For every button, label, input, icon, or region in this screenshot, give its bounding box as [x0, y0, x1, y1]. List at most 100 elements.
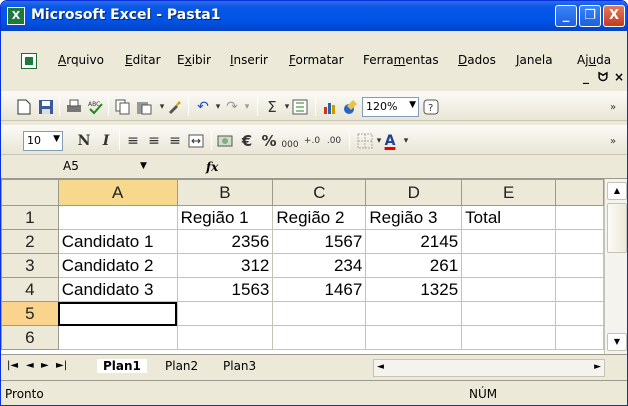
sort-icon[interactable] — [291, 98, 309, 116]
close-button[interactable]: X — [603, 5, 625, 27]
cell-c4[interactable]: 1467 — [272, 277, 367, 302]
menu-editar[interactable]: Editar — [125, 53, 161, 67]
scroll-down-icon[interactable]: ▼ — [607, 333, 627, 351]
column-header-c[interactable]: C — [272, 179, 367, 206]
align-center-icon[interactable]: ≡ — [145, 132, 163, 150]
cell-c5[interactable] — [272, 301, 367, 326]
cell-d2[interactable]: 2145 — [365, 229, 463, 254]
euro-icon[interactable]: € — [238, 132, 256, 150]
scroll-up-icon[interactable]: ▲ — [607, 182, 627, 200]
cell-e6[interactable] — [461, 325, 557, 350]
menu-inserir[interactable]: Inserir — [230, 53, 268, 67]
cell-b1[interactable]: Região 1 — [176, 205, 274, 230]
column-header-b[interactable]: B — [176, 179, 274, 206]
cell-d1[interactable]: Região 3 — [365, 205, 463, 230]
menu-janela[interactable]: Janela — [516, 53, 553, 67]
align-right-icon[interactable]: ≡ — [166, 132, 184, 150]
row-header-3[interactable]: 3 — [1, 253, 59, 278]
menu-dados[interactable]: Dados — [458, 53, 496, 67]
italic-icon[interactable]: I — [97, 132, 115, 150]
sheet-tab-plan3[interactable]: Plan3 — [223, 359, 256, 373]
cell-b6[interactable] — [176, 325, 274, 350]
cell-e2[interactable] — [461, 229, 557, 254]
maximize-button[interactable]: ❐ — [579, 5, 601, 27]
row-header-5[interactable]: 5 — [1, 301, 59, 326]
cell-c6[interactable] — [272, 325, 367, 350]
column-header-d[interactable]: D — [365, 179, 463, 206]
cell-a3[interactable]: Candidato 2 — [57, 253, 178, 278]
cell-a1[interactable] — [57, 205, 178, 230]
spelling-icon[interactable]: ABC — [87, 98, 105, 116]
cell-c2[interactable]: 1567 — [272, 229, 367, 254]
scroll-left-icon[interactable]: ◄ — [377, 362, 384, 372]
fx-icon[interactable]: fx — [206, 160, 218, 174]
format-painter-icon[interactable] — [165, 98, 183, 116]
cell-b5[interactable] — [176, 301, 274, 326]
help-icon[interactable]: ? — [422, 98, 440, 116]
drawing-icon[interactable] — [342, 98, 360, 116]
menu-exibir[interactable]: Exibir — [177, 53, 211, 67]
cell-f5[interactable] — [555, 301, 604, 326]
column-header-f[interactable] — [555, 179, 604, 206]
cell-c3[interactable]: 234 — [272, 253, 367, 278]
cell-f6[interactable] — [555, 325, 604, 350]
cell-b2[interactable]: 2356 — [176, 229, 274, 254]
font-size-dropdown-icon[interactable]: ▼ — [53, 134, 60, 144]
formula-input[interactable] — [226, 160, 621, 176]
cell-e1[interactable]: Total — [461, 205, 557, 230]
next-sheet-icon[interactable]: ► — [41, 360, 49, 371]
menu-ajuda[interactable]: Ajuda — [577, 53, 611, 67]
cell-d4[interactable]: 1325 — [365, 277, 463, 302]
zoom-dropdown-icon[interactable]: ▼ — [409, 100, 416, 110]
sheet-tab-plan1[interactable]: Plan1 — [97, 359, 147, 373]
first-sheet-icon[interactable]: |◄ — [7, 360, 18, 371]
row-header-2[interactable]: 2 — [1, 229, 59, 254]
cell-d3[interactable]: 261 — [365, 253, 463, 278]
row-header-1[interactable]: 1 — [1, 205, 59, 230]
cell-a6[interactable] — [57, 325, 178, 350]
menu-ferramentas[interactable]: Ferramentas — [363, 53, 439, 67]
cell-f3[interactable] — [555, 253, 604, 278]
copy-icon[interactable] — [114, 98, 132, 116]
vertical-scrollbar[interactable]: ▲ ▼ — [604, 179, 627, 354]
workbook-icon[interactable] — [21, 53, 37, 69]
cell-e3[interactable] — [461, 253, 557, 278]
bold-icon[interactable]: N — [75, 132, 93, 150]
redo-dropdown-icon[interactable]: ▾ — [238, 98, 256, 116]
workbook-minimize-button[interactable]: _ — [583, 70, 589, 84]
paste-icon[interactable] — [135, 98, 153, 116]
select-all-corner[interactable] — [1, 179, 59, 206]
vertical-scroll-thumb[interactable] — [607, 203, 627, 253]
align-left-icon[interactable]: ≡ — [124, 132, 142, 150]
prev-sheet-icon[interactable]: ◄ — [26, 360, 34, 371]
last-sheet-icon[interactable]: ►| — [56, 360, 67, 371]
print-icon[interactable] — [65, 98, 83, 116]
comma-style-icon[interactable]: 000 — [281, 136, 299, 154]
toolbar-options-icon[interactable]: » — [604, 132, 622, 150]
horizontal-scrollbar[interactable]: ◄ ► — [373, 359, 605, 377]
cell-b3[interactable]: 312 — [176, 253, 274, 278]
cell-f1[interactable] — [555, 205, 604, 230]
cell-e4[interactable] — [461, 277, 557, 302]
column-header-a[interactable]: A — [57, 179, 178, 206]
zoom-select[interactable]: 120% ▼ — [362, 97, 419, 117]
menu-arquivo[interactable]: Arquivo — [58, 53, 104, 67]
percent-style-icon[interactable]: % — [260, 132, 278, 150]
name-box-dropdown-icon[interactable]: ▼ — [140, 161, 147, 171]
cell-a5-active[interactable] — [57, 301, 178, 326]
cell-a2[interactable]: Candidato 1 — [57, 229, 178, 254]
workbook-close-button[interactable]: × — [614, 70, 624, 84]
cell-f2[interactable] — [555, 229, 604, 254]
row-header-4[interactable]: 4 — [1, 277, 59, 302]
increase-decimal-icon[interactable]: +.0 — [303, 132, 321, 150]
decrease-decimal-icon[interactable]: .00 — [325, 132, 343, 150]
save-icon[interactable] — [37, 98, 55, 116]
cell-c1[interactable]: Região 2 — [272, 205, 367, 230]
cell-f4[interactable] — [555, 277, 604, 302]
scroll-right-icon[interactable]: ► — [594, 362, 601, 372]
font-color-dropdown-icon[interactable]: ▾ — [397, 132, 415, 150]
merge-center-icon[interactable] — [187, 132, 205, 150]
minimize-button[interactable]: _ — [555, 5, 577, 27]
row-header-6[interactable]: 6 — [1, 325, 59, 350]
chart-wizard-icon[interactable] — [321, 98, 339, 116]
